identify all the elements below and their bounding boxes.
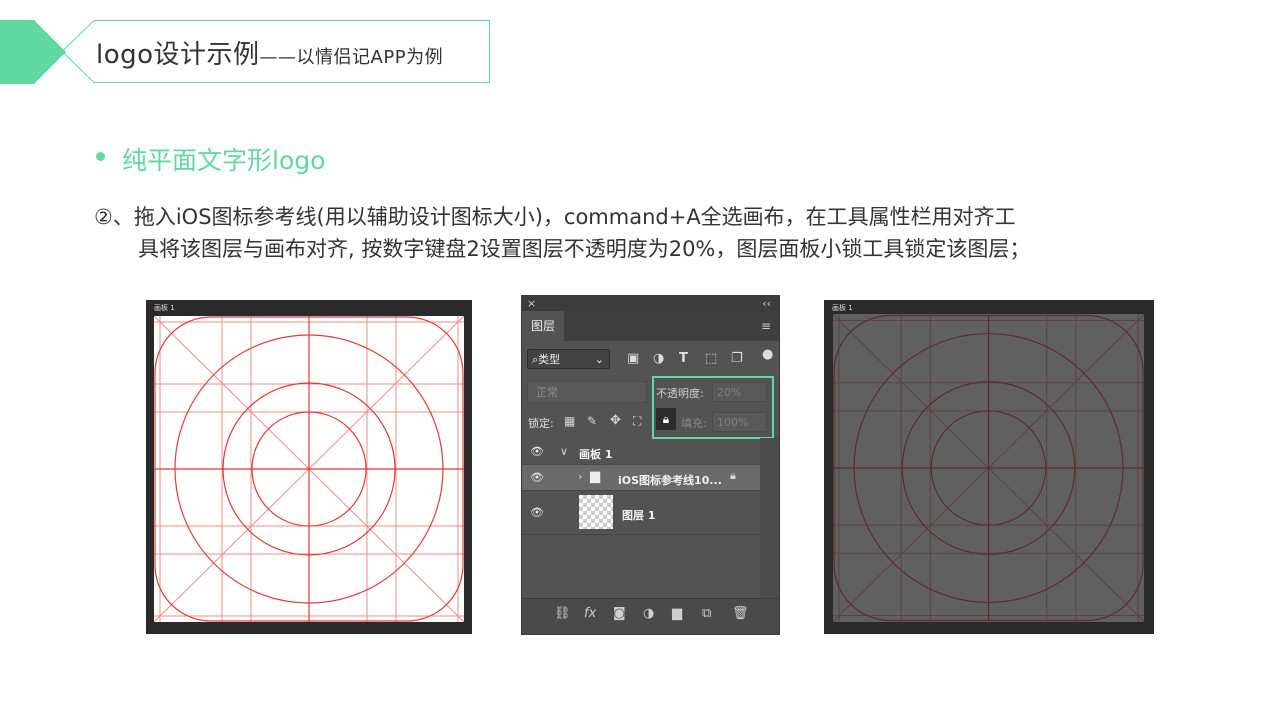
layer-name: 图层 1: [622, 509, 656, 522]
bullet-dot: [96, 152, 105, 161]
lock-label: 锁定:: [528, 417, 554, 430]
panel-scrollbar[interactable]: [760, 438, 779, 598]
new-layer-icon[interactable]: ⧉: [702, 606, 711, 621]
filter-kind-label: 类型: [538, 353, 561, 366]
lock-opacity-highlight: [652, 376, 774, 439]
panel-menu-icon[interactable]: ≡: [761, 319, 771, 333]
layer-name: 画板 1: [579, 448, 613, 461]
filter-kind-select[interactable]: ⌕类型 ⌄: [527, 349, 610, 369]
adjustment-filter-icon[interactable]: ◑: [653, 351, 664, 366]
folder-icon[interactable]: ▆: [672, 606, 682, 621]
lock-artboard-icon[interactable]: ⛶: [633, 414, 641, 429]
filter-toggle-icon[interactable]: ●: [762, 347, 773, 362]
panel-topbar: × ‹‹: [522, 296, 779, 311]
title-sub: 以情侣记APP为例: [296, 47, 444, 68]
type-filter-icon[interactable]: T: [679, 351, 688, 366]
trash-icon[interactable]: 🗑︎: [732, 606, 749, 621]
expand-icon[interactable]: ∨: [560, 445, 568, 458]
layer-name: iOS图标参考线10...: [618, 474, 722, 487]
expand-icon[interactable]: ›: [578, 470, 582, 483]
fx-icon[interactable]: fx: [584, 606, 596, 621]
title-dash: ——: [259, 47, 297, 68]
eye-icon[interactable]: 👁︎: [530, 471, 544, 484]
blend-mode-select[interactable]: 正常: [527, 381, 647, 403]
step-line-2: 具将该图层与画布对齐, 按数字键盘2设置图层不透明度为20%，图层面板小锁工具锁…: [138, 237, 1031, 261]
section-title: 纯平面文字形logo: [122, 146, 326, 175]
link-icon[interactable]: ⛓: [554, 606, 571, 621]
smartobject-filter-icon[interactable]: ❐: [731, 351, 743, 366]
adjustment-icon[interactable]: ◑: [643, 606, 654, 621]
page-title: logo设计示例——以情侣记APP为例: [96, 34, 443, 71]
shape-filter-icon[interactable]: ⬚: [705, 351, 717, 366]
eye-icon[interactable]: 👁︎: [530, 506, 544, 519]
ios-guides-right: [833, 314, 1144, 622]
artboard-left-label: 画板 1: [154, 304, 175, 312]
layer-artboard[interactable]: 👁︎ ∨ 画板 1: [522, 439, 760, 465]
panel-bottom-toolbar: ⛓ fx ◙ ◑ ▆ ⧉ 🗑︎: [522, 598, 779, 634]
folder-icon: ▆: [590, 469, 600, 484]
mask-icon[interactable]: ◙: [613, 606, 626, 621]
layers-panel: × ‹‹ 图层 ≡ ⌕类型 ⌄ ▣ ◑ T ⬚ ❐ ● 正常 不透明度: 20% …: [521, 295, 780, 635]
layer-guides-group[interactable]: 👁︎ › ▆ iOS图标参考线10... 🔒︎: [522, 465, 760, 491]
lock-transparent-icon[interactable]: ▦: [564, 414, 575, 428]
layer-pixel[interactable]: 👁︎ 图层 1: [522, 491, 760, 535]
artboard-right-label: 画板 1: [832, 304, 853, 312]
title-main: logo设计示例: [96, 40, 260, 70]
step-description: ②、拖入iOS图标参考线(用以辅助设计图标大小)，command+A全选画布，在…: [94, 201, 1030, 265]
image-filter-icon[interactable]: ▣: [627, 351, 639, 366]
close-icon[interactable]: ×: [527, 296, 536, 311]
lock-move-icon[interactable]: ✥: [610, 413, 621, 428]
lock-brush-icon[interactable]: ✎: [587, 414, 597, 428]
panel-tabs: 图层 ≡: [522, 311, 779, 341]
artboard-right: 画板 1: [824, 300, 1154, 634]
layer-thumbnail: [579, 495, 613, 529]
ios-guides-left: [154, 316, 464, 622]
collapse-icon[interactable]: ‹‹: [762, 296, 771, 311]
chevron-down-icon: ⌄: [594, 353, 604, 366]
header-chevron-shape: [0, 20, 66, 84]
filter-row: ⌕类型 ⌄ ▣ ◑ T ⬚ ❐ ●: [522, 341, 779, 373]
step-line-1: ②、拖入iOS图标参考线(用以辅助设计图标大小)，command+A全选画布，在…: [94, 205, 1016, 229]
artboard-left: 画板 1: [146, 300, 472, 634]
layer-lock-icon: 🔒︎: [730, 469, 736, 482]
eye-icon[interactable]: 👁︎: [530, 445, 544, 458]
tab-layers[interactable]: 图层: [522, 311, 564, 341]
